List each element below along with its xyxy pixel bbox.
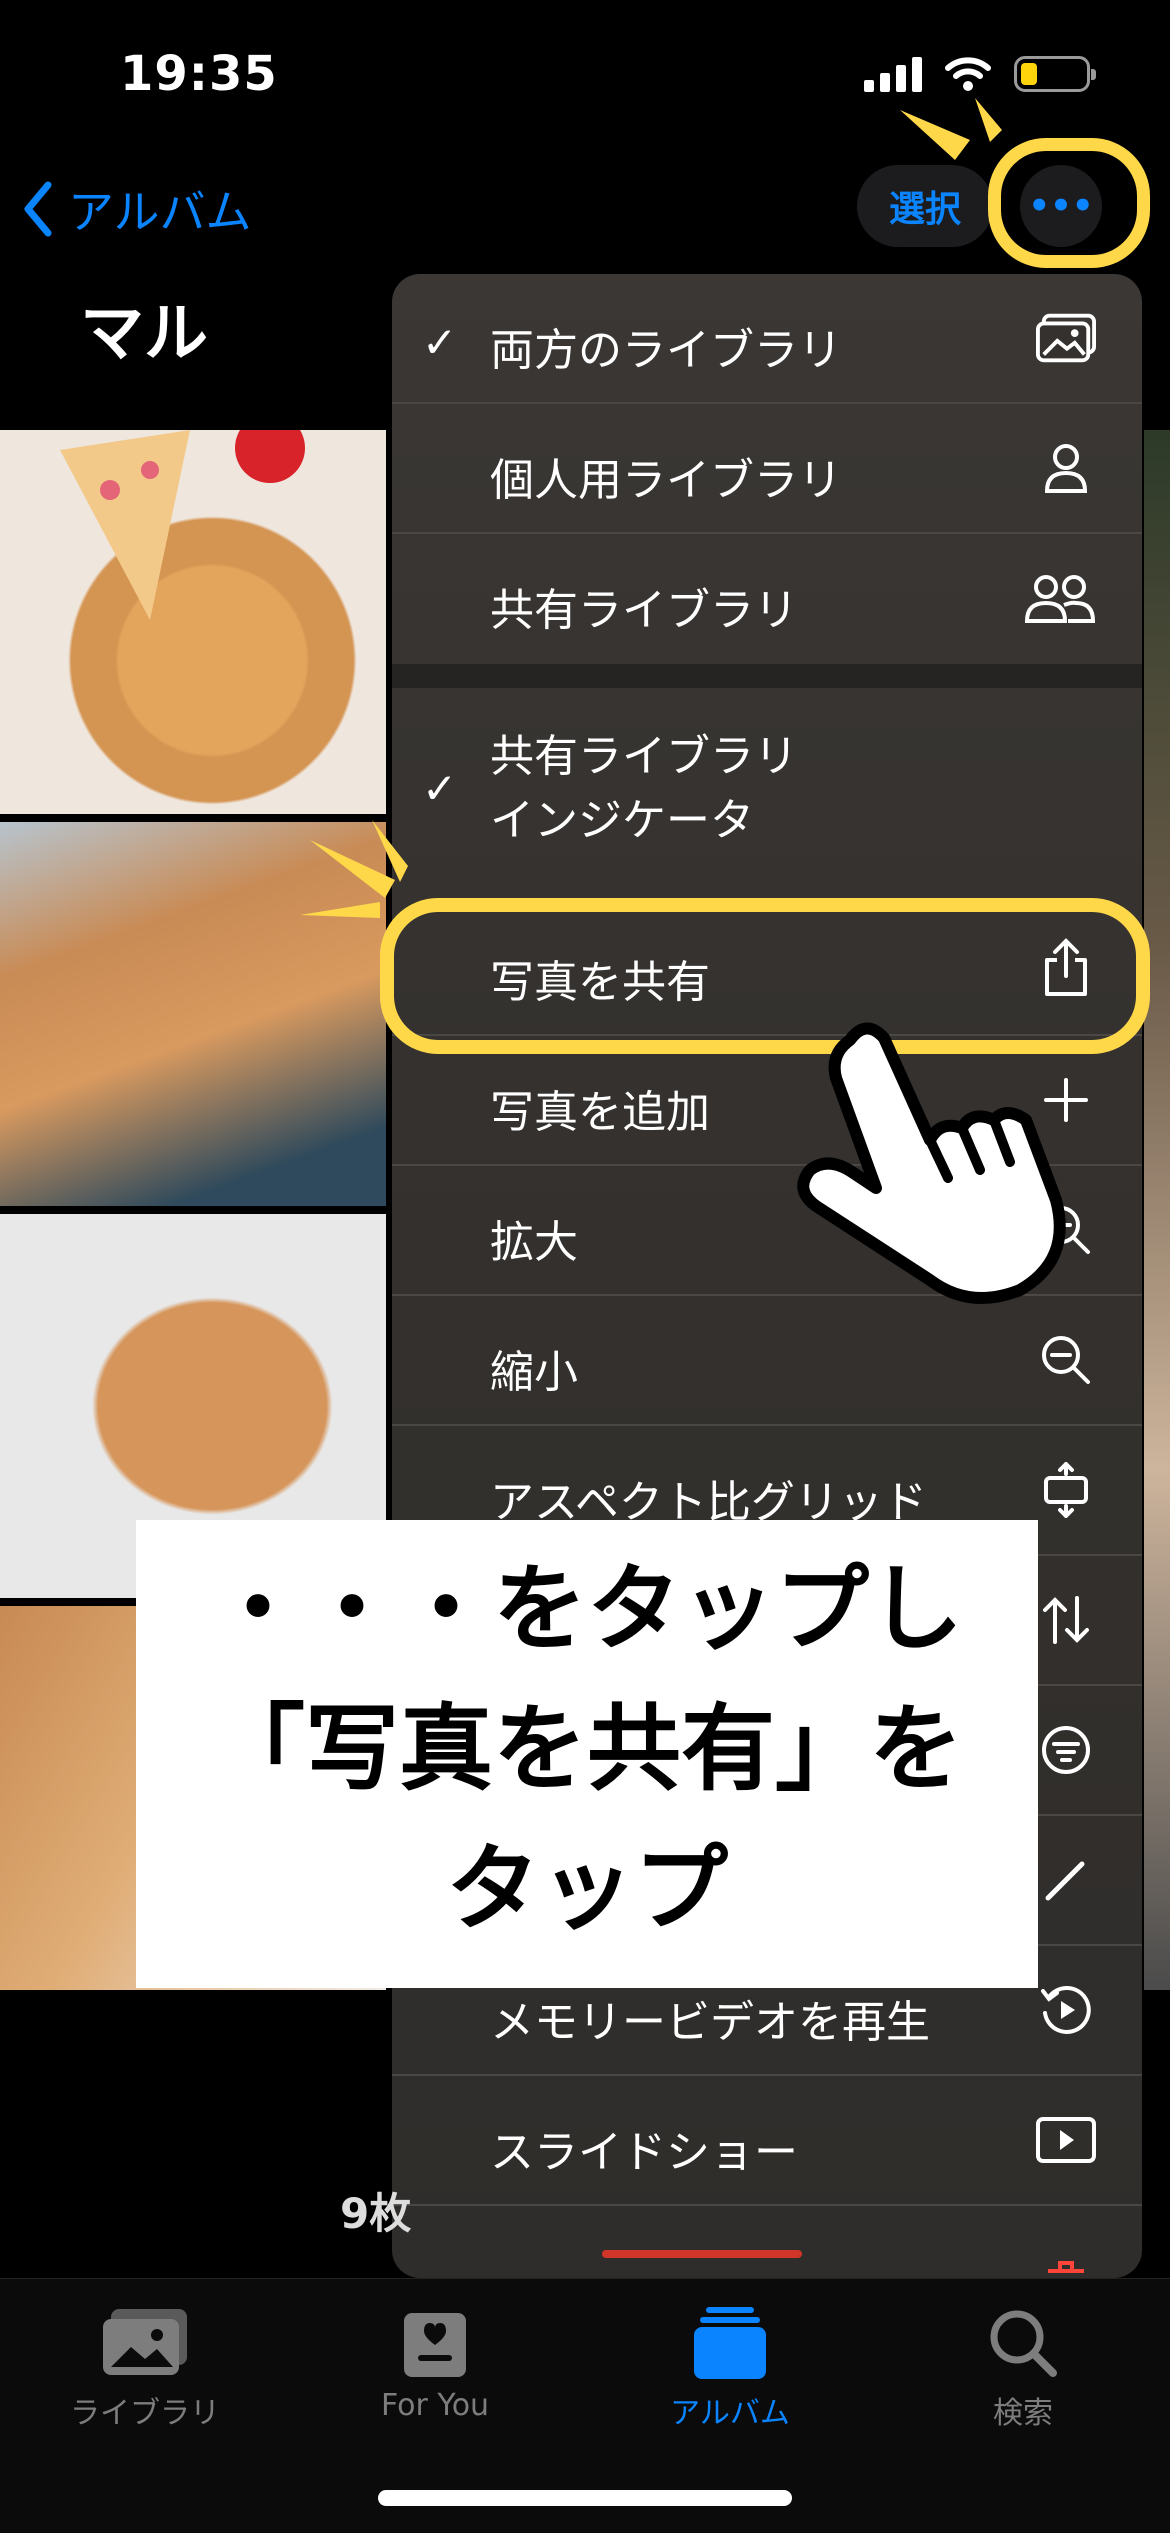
- tab-albums-label: アルバム: [670, 2396, 790, 2431]
- filter-icon: [1036, 1720, 1096, 1780]
- menu-item-shared-library-indicator[interactable]: ✓ 共有ライブラリ インジケータ: [392, 688, 1142, 882]
- tab-for-you[interactable]: For You: [305, 2298, 565, 2423]
- cat-photo-1[interactable]: [0, 430, 386, 814]
- caption-line-3: タップ: [445, 1835, 728, 1944]
- tab-search-label: 検索: [993, 2396, 1053, 2431]
- menu-item-delete-partial[interactable]: [392, 2206, 1142, 2278]
- battery-icon: [1014, 56, 1096, 92]
- tab-albums[interactable]: アルバム: [600, 2298, 860, 2432]
- albums-icon: [600, 2298, 860, 2388]
- tab-library-label: ライブラリ: [70, 2396, 220, 2431]
- select-button[interactable]: 選択: [857, 165, 993, 247]
- tab-library[interactable]: ライブラリ: [15, 2298, 275, 2432]
- checkmark-icon: ✓: [422, 318, 458, 367]
- aspect-grid-icon: [1036, 1460, 1096, 1520]
- emphasis-lines-icon: [300, 820, 408, 918]
- tab-for-you-label: For You: [380, 2388, 490, 2423]
- trash-icon: [1036, 2236, 1096, 2278]
- search-icon: [893, 2298, 1153, 2388]
- back-label: アルバム: [68, 185, 252, 239]
- wifi-icon: [945, 57, 991, 91]
- caption-line-1: ・・・をタップし: [210, 1555, 963, 1664]
- instruction-caption: ・・・をタップし 「写真を共有」を タップ: [136, 1520, 1038, 1988]
- tab-search[interactable]: 検索: [893, 2298, 1153, 2432]
- menu-item-both-libraries[interactable]: ✓ 両方のライブラリ: [392, 274, 1142, 404]
- menu-item-slideshow[interactable]: スライドショー: [392, 2076, 1142, 2206]
- checkmark-icon: ✓: [422, 764, 458, 813]
- zoom-out-icon: [1036, 1330, 1096, 1390]
- person-icon: [1036, 438, 1096, 498]
- photo-count: 9枚: [340, 2189, 412, 2238]
- sort-icon: [1036, 1590, 1096, 1650]
- status-time: 19:35: [120, 46, 278, 102]
- status-icons: [864, 56, 1096, 92]
- for-you-icon: [305, 2298, 565, 2388]
- photos-library-icon: [15, 2298, 275, 2388]
- photo-column-edge: [1144, 430, 1170, 1990]
- menu-item-zoom-out[interactable]: 縮小: [392, 1296, 1142, 1426]
- memory-play-icon: [1036, 1980, 1096, 2040]
- chevron-left-icon: [24, 181, 52, 237]
- pencil-icon: [1036, 1850, 1096, 1910]
- menu-section-separator: [392, 664, 1142, 688]
- home-indicator: [378, 2490, 792, 2506]
- slideshow-icon: [1036, 2110, 1096, 2170]
- party-hat-icon: [60, 430, 305, 620]
- people-icon: [1024, 568, 1096, 628]
- album-title: マル: [80, 297, 208, 371]
- tap-hand-icon: [797, 1022, 1066, 1304]
- photos-library-icon: [1036, 308, 1096, 368]
- caption-line-2: 「写真を共有」を: [210, 1695, 963, 1804]
- back-button[interactable]: アルバム: [22, 176, 252, 242]
- menu-item-shared-library[interactable]: 共有ライブラリ: [392, 534, 1142, 664]
- more-button-highlight: [988, 138, 1150, 268]
- cellular-signal-icon: [864, 56, 922, 92]
- menu-item-personal-library[interactable]: 個人用ライブラリ: [392, 404, 1142, 534]
